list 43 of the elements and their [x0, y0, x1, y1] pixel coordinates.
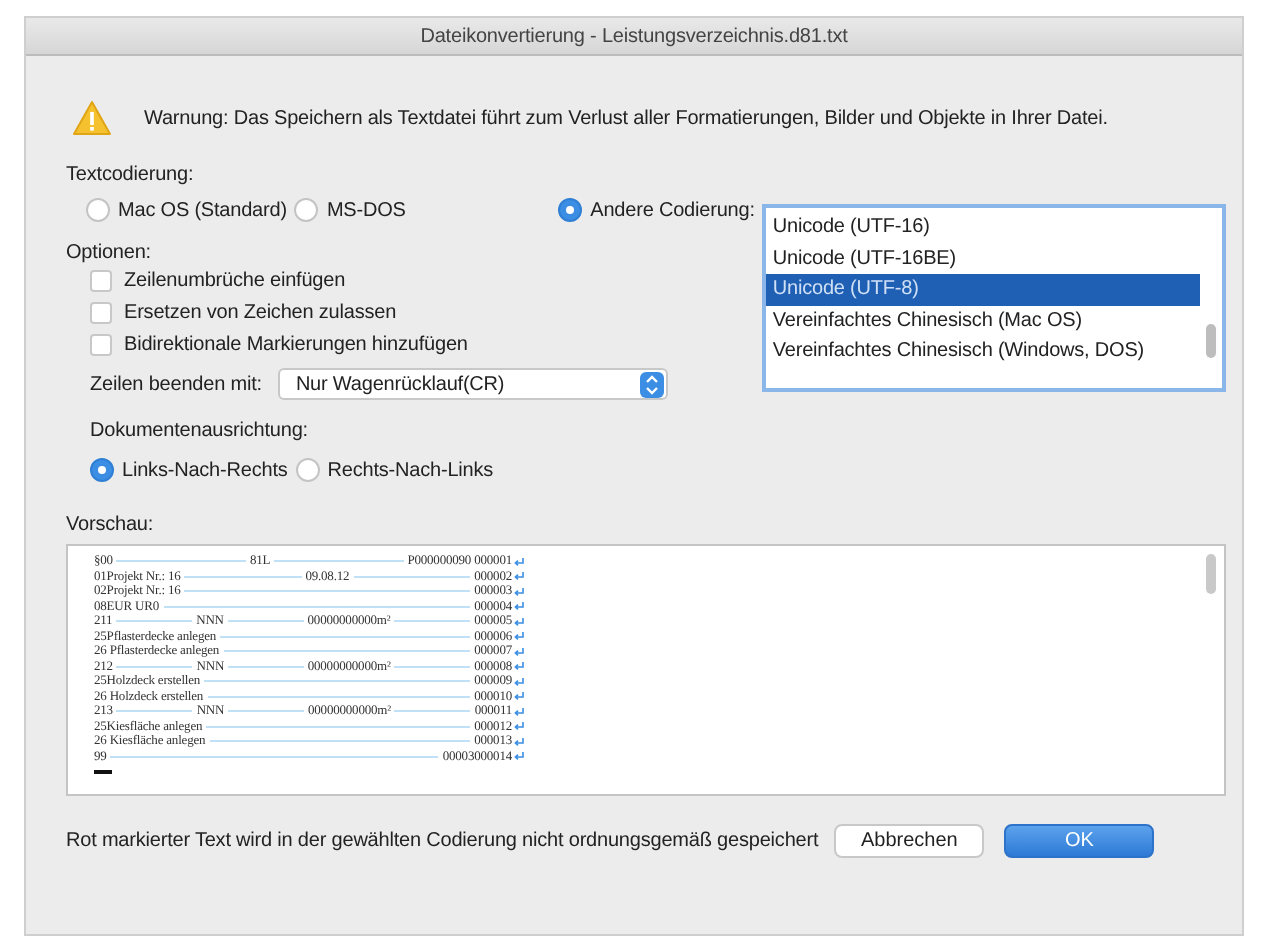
return-icon — [514, 662, 525, 671]
return-icon — [514, 722, 524, 731]
section-label: Textcodierung: — [66, 164, 196, 186]
option-checkbox[interactable]: Ersetzen von Zeichen zulassen — [90, 296, 755, 328]
encoding-list-item[interactable]: Unicode (UTF-16BE) — [766, 243, 1201, 274]
encoding-list-item[interactable]: Vereinfachtes Chinesisch (Windows, DOS) — [766, 336, 1201, 367]
encoding-radio[interactable]: MS-DOS — [294, 198, 406, 222]
return-icon — [514, 617, 525, 626]
return-icon — [514, 587, 524, 596]
encoding-radio[interactable]: Andere Codierung: — [558, 198, 755, 222]
line-ending-dropdown[interactable]: Nur Wagenrücklauf(CR) — [277, 368, 668, 400]
stepper-icon — [639, 371, 664, 397]
scrollbar-thumb[interactable] — [1206, 324, 1216, 358]
direction-radio[interactable]: Links-Nach-Rechts — [90, 458, 288, 482]
warning-icon — [72, 100, 112, 136]
section-label: Dokumentenausrichtung: — [90, 420, 310, 442]
option-checkbox[interactable]: Zeilenumbrüche einfügen — [90, 264, 755, 296]
cancel-button[interactable]: Abbrechen — [834, 824, 985, 858]
window-title: Dateikonvertierung - Leistungsverzeichnis.d81.txt — [420, 25, 848, 47]
encoding-list-item[interactable]: Unicode (UTF-16) — [766, 212, 1201, 243]
return-icon — [514, 602, 524, 611]
option-checkbox[interactable]: Bidirektionale Markierungen hinzufügen — [90, 328, 755, 360]
return-icon — [514, 557, 525, 566]
return-icon — [514, 707, 525, 716]
return-icon — [514, 677, 524, 686]
encoding-list-item[interactable]: Unicode (UTF-8) — [766, 274, 1201, 305]
warning-note: Rot markierter Text wird in der gewählten Codierung nicht ordnungsgemäß gespeichert — [66, 830, 819, 852]
encoding-radio[interactable]: Mac OS (Standard) — [86, 198, 287, 222]
return-icon — [514, 752, 524, 761]
warning-text: Warnung: Das Speichern als Textdatei führt zum Verlust aller Formatierungen, Bilder und Objekte in Ihrer Datei. — [144, 107, 1108, 129]
return-icon — [514, 572, 524, 581]
encoding-list[interactable]: Unicode (UTF-16) Unicode (UTF-16BE) Unicode (UTF-8) Vereinfachtes Chinesisch (Mac OS) Vereinfachtes Chinesisch (Windows, DOS) — [762, 204, 1226, 392]
scrollbar-thumb[interactable] — [1206, 554, 1216, 594]
section-label: Optionen: — [66, 242, 153, 264]
section-label: Vorschau: — [66, 514, 156, 536]
return-icon — [514, 647, 524, 656]
encoding-list-item[interactable]: Vereinfachtes Chinesisch (Mac OS) — [766, 305, 1201, 336]
direction-radio[interactable]: Rechts-Nach-Links — [295, 458, 494, 482]
field-label: Zeilen beenden mit: — [90, 373, 262, 395]
return-icon — [514, 692, 524, 701]
text-cursor — [94, 770, 112, 774]
return-icon — [514, 737, 524, 746]
return-icon — [514, 632, 524, 641]
